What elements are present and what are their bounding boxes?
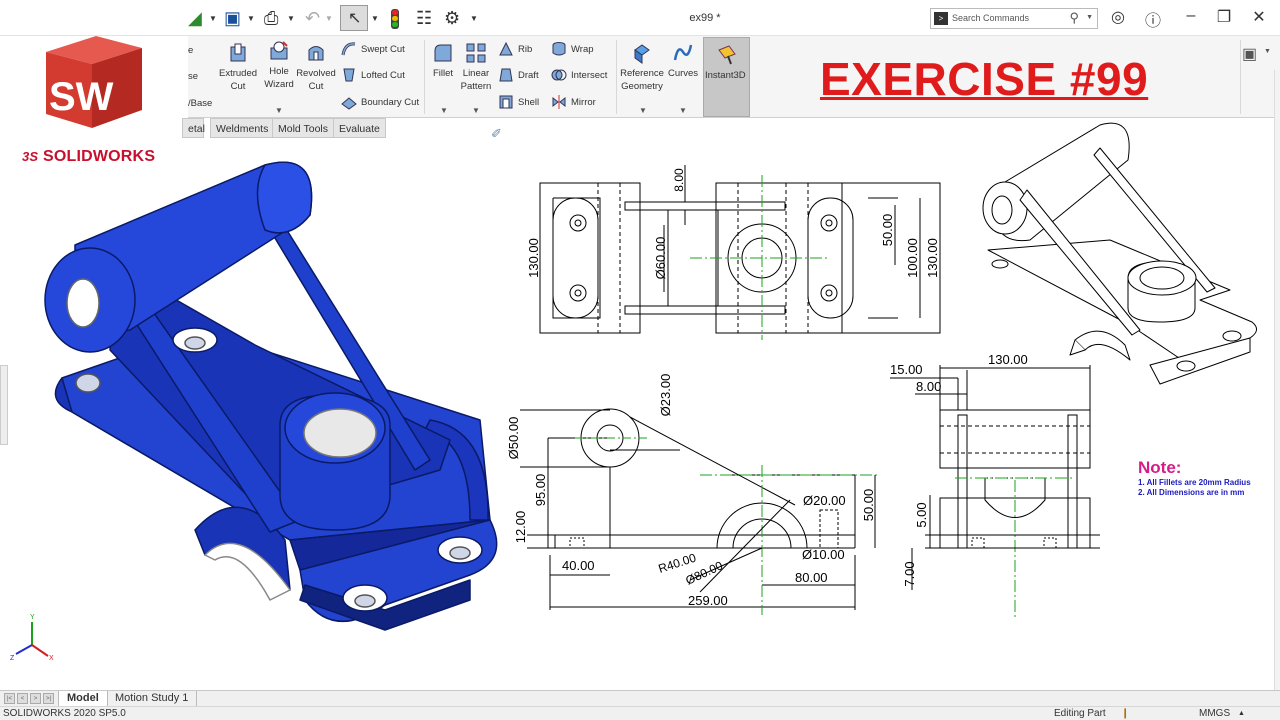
axis-triad: Y X Z [10, 614, 54, 662]
dim-100: 100.00 [905, 238, 920, 278]
dim-80: 80.00 [795, 570, 828, 585]
prev-tab-button[interactable]: < [17, 693, 28, 704]
dim-dia-10: Ø10.00 [802, 547, 845, 562]
units-dropdown-icon[interactable]: ▲ [1238, 707, 1245, 720]
isometric-line-drawing [982, 122, 1257, 385]
dim-130-left: 130.00 [526, 238, 541, 278]
triad-y-label: Y [30, 614, 35, 621]
dim-dia-50: Ø50.00 [506, 417, 521, 460]
last-tab-button[interactable]: >| [43, 693, 54, 704]
solidworks-window: ◢ ▼ ▣ ▼ ⎙ ▼ ↶ ▼ ↖ ▼ ☷ ⚙ ▼ ex99 * > Searc… [0, 0, 1280, 720]
units-text[interactable]: MMGS [1199, 707, 1230, 720]
triad-x-label: X [49, 655, 54, 662]
note-line-1: 1. All Fillets are 20mm Radius [1138, 478, 1251, 487]
dim-40: 40.00 [562, 558, 595, 573]
dim-5: 5.00 [914, 502, 929, 527]
dim-15: 15.00 [890, 362, 923, 377]
dim-8-side: 8.00 [916, 379, 941, 394]
graphics-area[interactable]: Y X Z 130.00 8.00 Ø60.00 50.00 100.00 13… [0, 0, 1280, 690]
dim-dia-23: Ø23.00 [658, 374, 673, 417]
first-tab-button[interactable]: |< [4, 693, 15, 704]
dim-95: 95.00 [533, 474, 548, 507]
note-block: Note: 1. All Fillets are 20mm Radius 2. … [1138, 458, 1251, 498]
top-view-drawing: 130.00 8.00 Ø60.00 50.00 100.00 130.00 [526, 165, 941, 340]
dim-130-side: 130.00 [988, 352, 1028, 367]
front-view-drawing: Ø50.00 Ø23.00 95.00 12.00 Ø20.00 50.00 4… [506, 374, 880, 615]
dim-50-front: 50.00 [861, 489, 876, 522]
version-text: SOLIDWORKS 2020 SP5.0 [3, 708, 126, 719]
dim-8: 8.00 [672, 168, 686, 192]
note-heading: Note: [1138, 458, 1182, 477]
model-tabs-bar: |< < > >| Model Motion Study 1 [0, 690, 1280, 707]
dim-130-right: 130.00 [925, 238, 940, 278]
dim-dia-60: Ø60.00 [653, 237, 668, 280]
dim-259: 259.00 [688, 593, 728, 608]
shaded-part-3d [44, 161, 498, 631]
tab-model[interactable]: Model [58, 691, 108, 707]
dim-7: 7.00 [902, 561, 917, 586]
tab-motion-study-1[interactable]: Motion Study 1 [107, 691, 198, 707]
side-view-drawing: 15.00 8.00 130.00 5.00 7.00 [890, 352, 1100, 620]
dim-50-top: 50.00 [880, 214, 895, 247]
rebuild-status-icon[interactable]: ❙ [1121, 707, 1129, 720]
status-bar: SOLIDWORKS 2020 SP5.0 Editing Part ❙ MMG… [0, 706, 1280, 720]
editing-mode-text: Editing Part [1054, 708, 1106, 719]
dim-12: 12.00 [513, 511, 528, 544]
note-line-2: 2. All Dimensions are in mm [1138, 488, 1245, 497]
triad-z-label: Z [10, 655, 15, 662]
dim-dia-20: Ø20.00 [803, 493, 846, 508]
next-tab-button[interactable]: > [30, 693, 41, 704]
